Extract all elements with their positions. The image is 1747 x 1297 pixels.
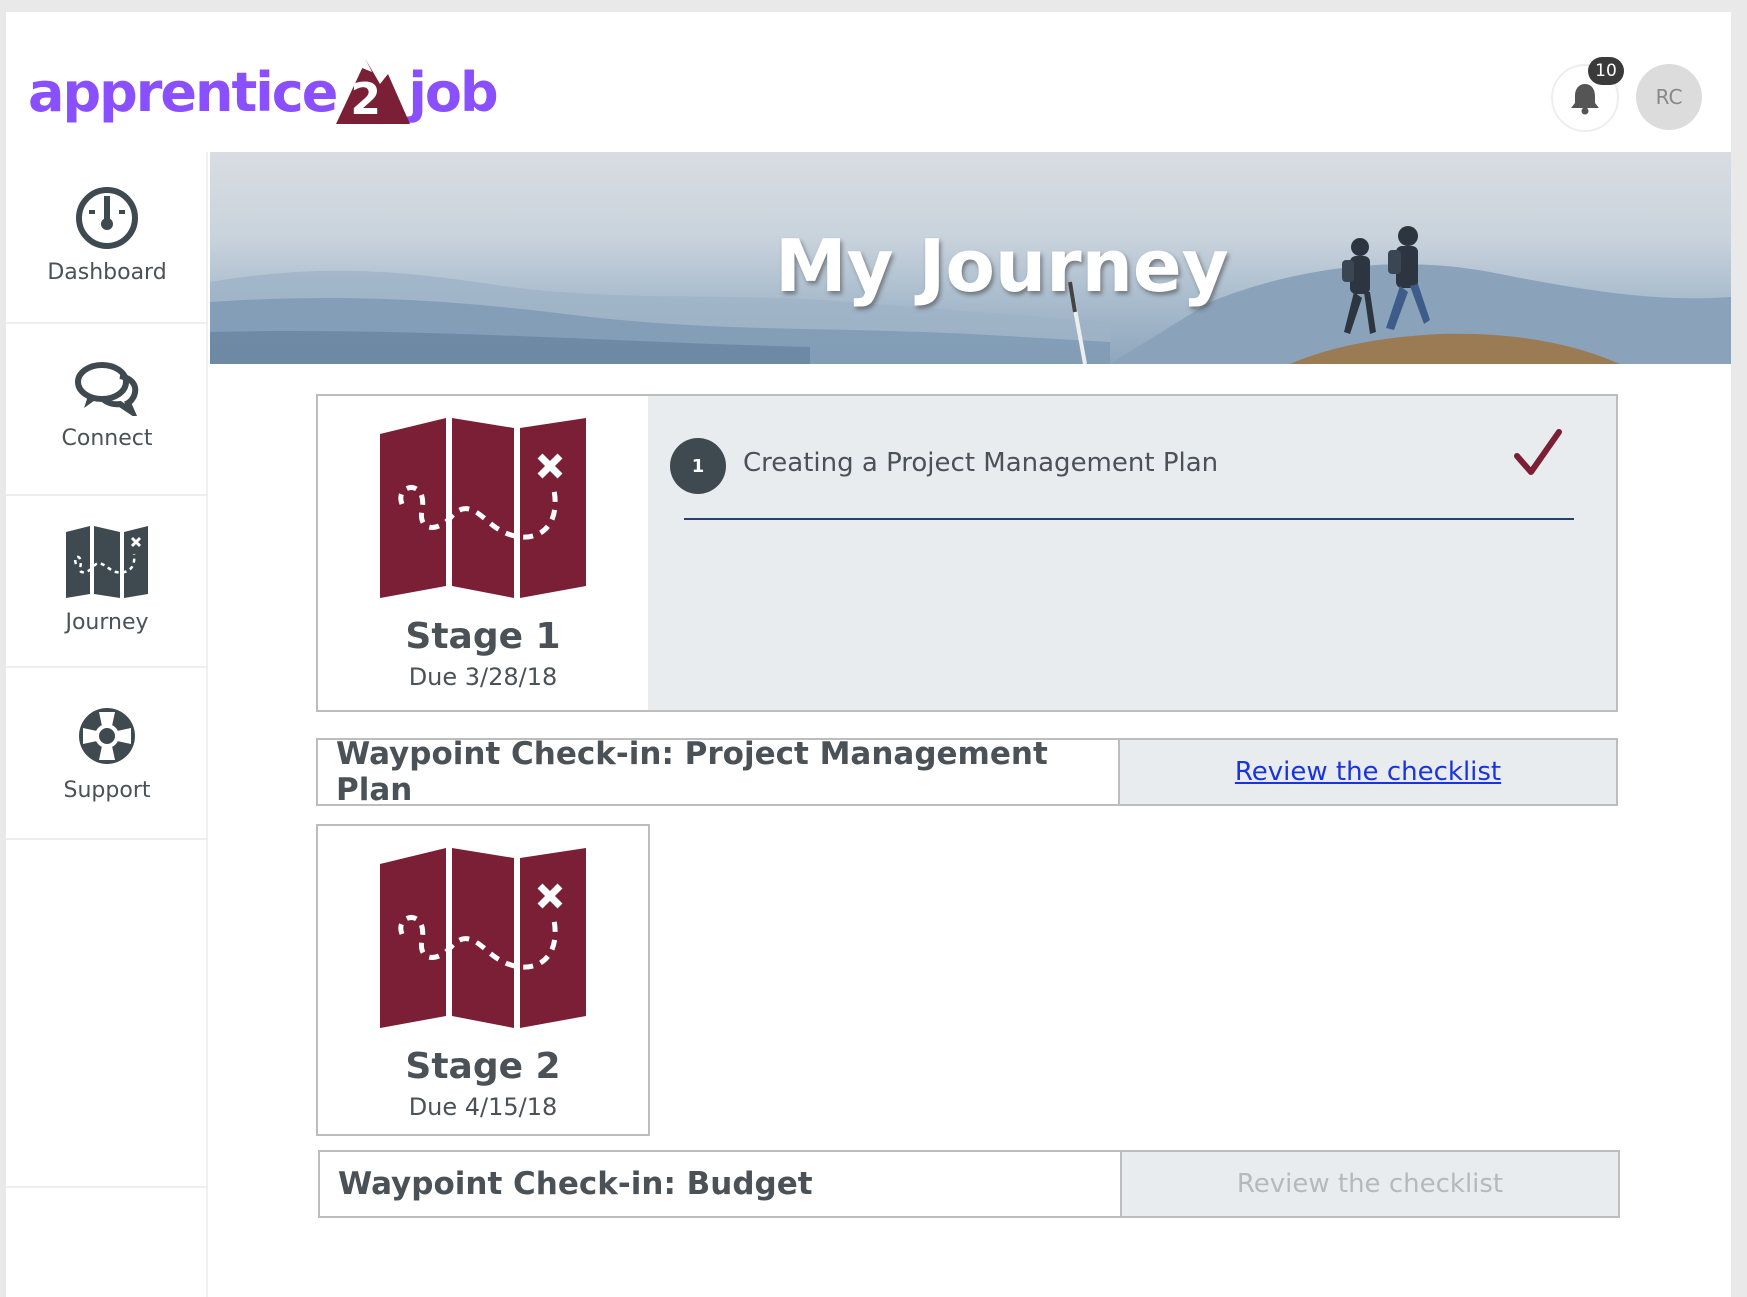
task-label[interactable]: Creating a Project Management Plan (743, 448, 1218, 478)
treasure-map-icon (380, 848, 586, 1028)
stage-card[interactable]: Stage 2 Due 4/15/18 (316, 824, 650, 1136)
top-header: apprentice 2 job 10 RC (6, 12, 1731, 152)
logo-text-right: job (408, 60, 498, 124)
logo-mountain-mark: 2 (332, 52, 412, 132)
stage-due-date: Due 3/28/18 (408, 663, 558, 691)
lifebuoy-icon (79, 708, 135, 764)
stage-title: Stage 2 (405, 1046, 561, 1087)
stage-task-list: 1 Creating a Project Management Plan (648, 394, 1618, 712)
task-number-badge: 1 (670, 438, 726, 494)
task-divider (684, 518, 1574, 520)
review-checklist-link-disabled: Review the checklist (1122, 1152, 1618, 1216)
sidebar-item-label: Dashboard (47, 260, 167, 285)
treasure-map-icon (66, 526, 148, 598)
sidebar-item-label: Support (63, 778, 151, 803)
stage-title: Stage 1 (405, 616, 561, 657)
sidebar-item-dashboard[interactable]: Dashboard (6, 152, 208, 324)
gauge-icon (76, 187, 138, 249)
checkmark-icon (1514, 429, 1562, 475)
apprentice2job-logo[interactable]: apprentice 2 job (28, 42, 499, 142)
treasure-map-icon (380, 418, 586, 598)
sidebar-item-label: Journey (65, 610, 149, 635)
stage-card[interactable]: Stage 1 Due 3/28/18 (316, 394, 650, 712)
sidebar: Dashboard Connect Journey Support (6, 152, 208, 1297)
sidebar-item-journey[interactable]: Journey (6, 496, 208, 668)
logo-text-left: apprentice (28, 60, 338, 124)
notification-count-badge: 10 (1588, 57, 1624, 85)
journey-banner: My Journey (210, 152, 1731, 364)
waypoint-title: Waypoint Check-in: Budget (320, 1152, 1122, 1216)
sidebar-item-label: Connect (61, 426, 153, 451)
stage-due-date: Due 4/15/18 (408, 1093, 558, 1121)
logo-number: 2 (350, 74, 382, 125)
review-checklist-link[interactable]: Review the checklist (1120, 740, 1616, 804)
waypoint-title: Waypoint Check-in: Project Management Pl… (318, 736, 1120, 808)
page-title: My Journey (775, 224, 1229, 308)
sidebar-item-support[interactable]: Support (6, 668, 208, 840)
user-avatar[interactable]: RC (1636, 64, 1702, 130)
waypoint-row: Waypoint Check-in: Budget Review the che… (318, 1150, 1620, 1218)
chat-bubbles-icon (75, 362, 139, 416)
bell-icon (1571, 84, 1599, 115)
sidebar-item-connect[interactable]: Connect (6, 324, 208, 496)
sidebar-empty-area (6, 842, 208, 1188)
waypoint-row: Waypoint Check-in: Project Management Pl… (316, 736, 1618, 808)
app-frame: apprentice 2 job 10 RC Dashboard Connect… (6, 12, 1731, 1297)
